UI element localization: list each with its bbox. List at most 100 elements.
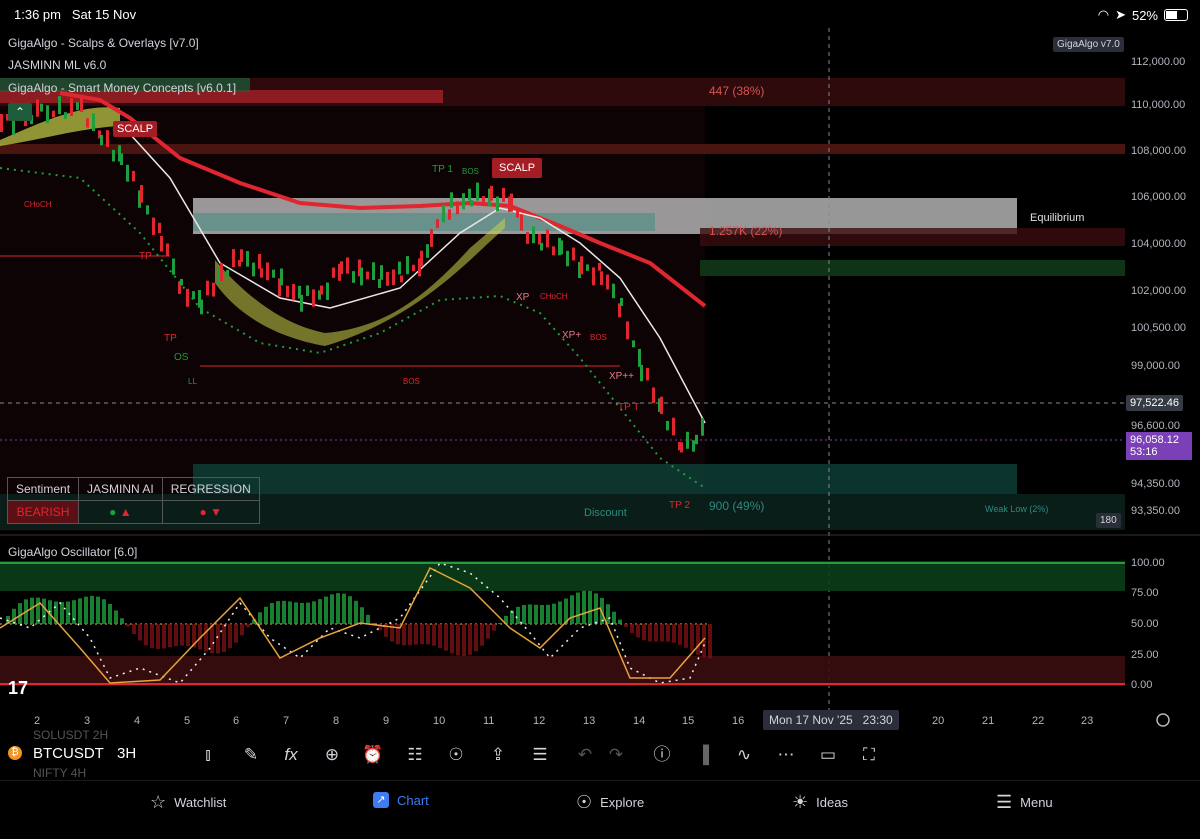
candle	[366, 271, 369, 280]
indicator-overlay2[interactable]: JASMINN ML v6.0	[8, 58, 106, 72]
add-plus-icon[interactable]: ⊕	[321, 744, 343, 766]
scalp-tag-1: SCALP	[113, 121, 158, 137]
info-icon[interactable]: ⓘ	[651, 744, 673, 766]
star-icon: ☆	[150, 792, 167, 812]
discount-zone	[193, 464, 1017, 494]
sentiment-table: Sentiment JASMINN AI REGRESSION BEARISH …	[6, 477, 260, 524]
candle	[692, 440, 695, 452]
symbol-button[interactable]: BTCUSDT	[33, 745, 104, 762]
ideas-bulb-icon[interactable]: ☉	[445, 744, 467, 766]
candle	[592, 267, 595, 286]
more-icon[interactable]: ⋯	[775, 744, 797, 766]
indicator-overlay3[interactable]: GigaAlgo - Smart Money Concepts [v6.0.1]	[8, 81, 236, 95]
redo-icon[interactable]: ↷	[605, 744, 627, 766]
small-tag: 180	[1096, 513, 1121, 528]
undo-icon[interactable]: ↶	[574, 744, 596, 766]
candle	[496, 196, 499, 212]
candle	[468, 188, 471, 201]
osc-label: 0.00	[1131, 679, 1153, 691]
candle	[166, 243, 169, 257]
osc-bar	[648, 624, 652, 642]
price-label: 108,000.00	[1131, 145, 1187, 157]
tradingview-logo-icon: 17	[8, 678, 28, 698]
green-dot-icon: ●	[109, 505, 117, 519]
candle	[646, 367, 649, 381]
candle	[76, 102, 79, 111]
choch-label-1: CHoCH	[24, 200, 52, 209]
alert-clock-icon[interactable]: ⏰	[362, 744, 384, 766]
candle	[532, 226, 535, 244]
compare-icon[interactable]: ∿	[733, 744, 755, 766]
crosshair-time-tag: Mon 17 Nov '25 23:30	[763, 710, 899, 730]
osc-bar	[18, 603, 22, 624]
osc-bar	[708, 624, 712, 659]
osc-bar	[528, 604, 532, 624]
nav-watchlist[interactable]: ☆ Watchlist	[150, 792, 226, 813]
osc-bar	[138, 624, 142, 641]
osc-bar	[636, 624, 640, 638]
osc-bar	[324, 596, 328, 624]
indicators-fx-icon[interactable]: fx	[280, 744, 302, 766]
price-chart[interactable]: 17	[0, 28, 1200, 736]
candle	[560, 240, 563, 255]
nav-explore[interactable]: ☉ Explore	[576, 792, 644, 813]
crosshair-price-tag: 97,522.46	[1126, 395, 1183, 411]
nav-chart[interactable]: ↗ Chart	[373, 792, 429, 808]
candle	[152, 217, 155, 235]
nav-menu[interactable]: ☰ Menu	[996, 792, 1053, 813]
osc-bar	[30, 597, 34, 624]
nav-ideas-label: Ideas	[816, 795, 848, 810]
candle	[442, 204, 445, 223]
candle	[502, 187, 505, 202]
candle	[346, 257, 349, 274]
osc-bar	[216, 624, 220, 654]
osc-bar	[348, 596, 352, 624]
time-tick: 3	[84, 715, 91, 727]
layout-grid-icon[interactable]: ☷	[404, 744, 426, 766]
draw-pencil-icon[interactable]: ✎	[240, 744, 262, 766]
time-tick: 11	[483, 715, 495, 727]
nav-ideas[interactable]: ☀ Ideas	[792, 792, 848, 813]
indicator-oscillator[interactable]: GigaAlgo Oscillator [6.0]	[8, 545, 137, 559]
osc-bar	[576, 592, 580, 624]
collapse-chevron-up-icon[interactable]: ⌃	[8, 103, 32, 121]
bar-chart-icon[interactable]: ▐	[692, 744, 714, 766]
status-bar: 1:36 pm Sat 15 Nov ◠ ➤ 52%	[0, 0, 1200, 28]
time-tick: 2	[34, 715, 41, 727]
osc-bar	[156, 624, 160, 649]
candle	[352, 271, 355, 283]
candle	[332, 267, 335, 278]
interval-button[interactable]: 3H	[117, 745, 136, 762]
indicator-overlay1[interactable]: GigaAlgo - Scalps & Overlays [v7.0]	[8, 36, 199, 50]
osc-bar	[90, 595, 94, 624]
sentiment-value: BEARISH	[6, 500, 80, 524]
scalp-tag-2: SCALP	[492, 158, 543, 178]
share-icon[interactable]: ⇪	[487, 744, 509, 766]
osc-bar	[456, 624, 460, 656]
osc-bar	[174, 624, 178, 647]
time-tick: 23	[1081, 715, 1094, 727]
axis-settings-icon[interactable]	[1156, 713, 1170, 727]
window-icon[interactable]: ▭	[817, 744, 839, 766]
candle	[258, 253, 261, 269]
price-label: 106,000.00	[1131, 191, 1187, 203]
fullscreen-icon[interactable]: ⛶	[858, 744, 880, 766]
candle	[632, 340, 635, 348]
candle	[192, 291, 195, 300]
candle	[482, 196, 485, 204]
osc-bar	[642, 624, 646, 641]
time-tick: 20	[932, 715, 945, 727]
time-tick: 9	[383, 715, 390, 727]
osc-bar	[300, 602, 304, 624]
nav-watchlist-label: Watchlist	[174, 795, 227, 810]
candle-type-icon[interactable]: ⫾	[197, 744, 219, 766]
chart-toolbar: ₿ SOLUSDT 2H BTCUSDT 3H NIFTY 4H	[0, 728, 1200, 780]
bos-label-1: BOS	[462, 167, 479, 176]
candle	[600, 271, 603, 285]
price-label: 99,000.00	[1131, 360, 1180, 372]
candle	[146, 205, 149, 215]
candle	[40, 103, 43, 112]
candle	[212, 282, 215, 297]
notes-icon[interactable]: ☰	[529, 744, 551, 766]
nav-explore-label: Explore	[600, 795, 645, 810]
